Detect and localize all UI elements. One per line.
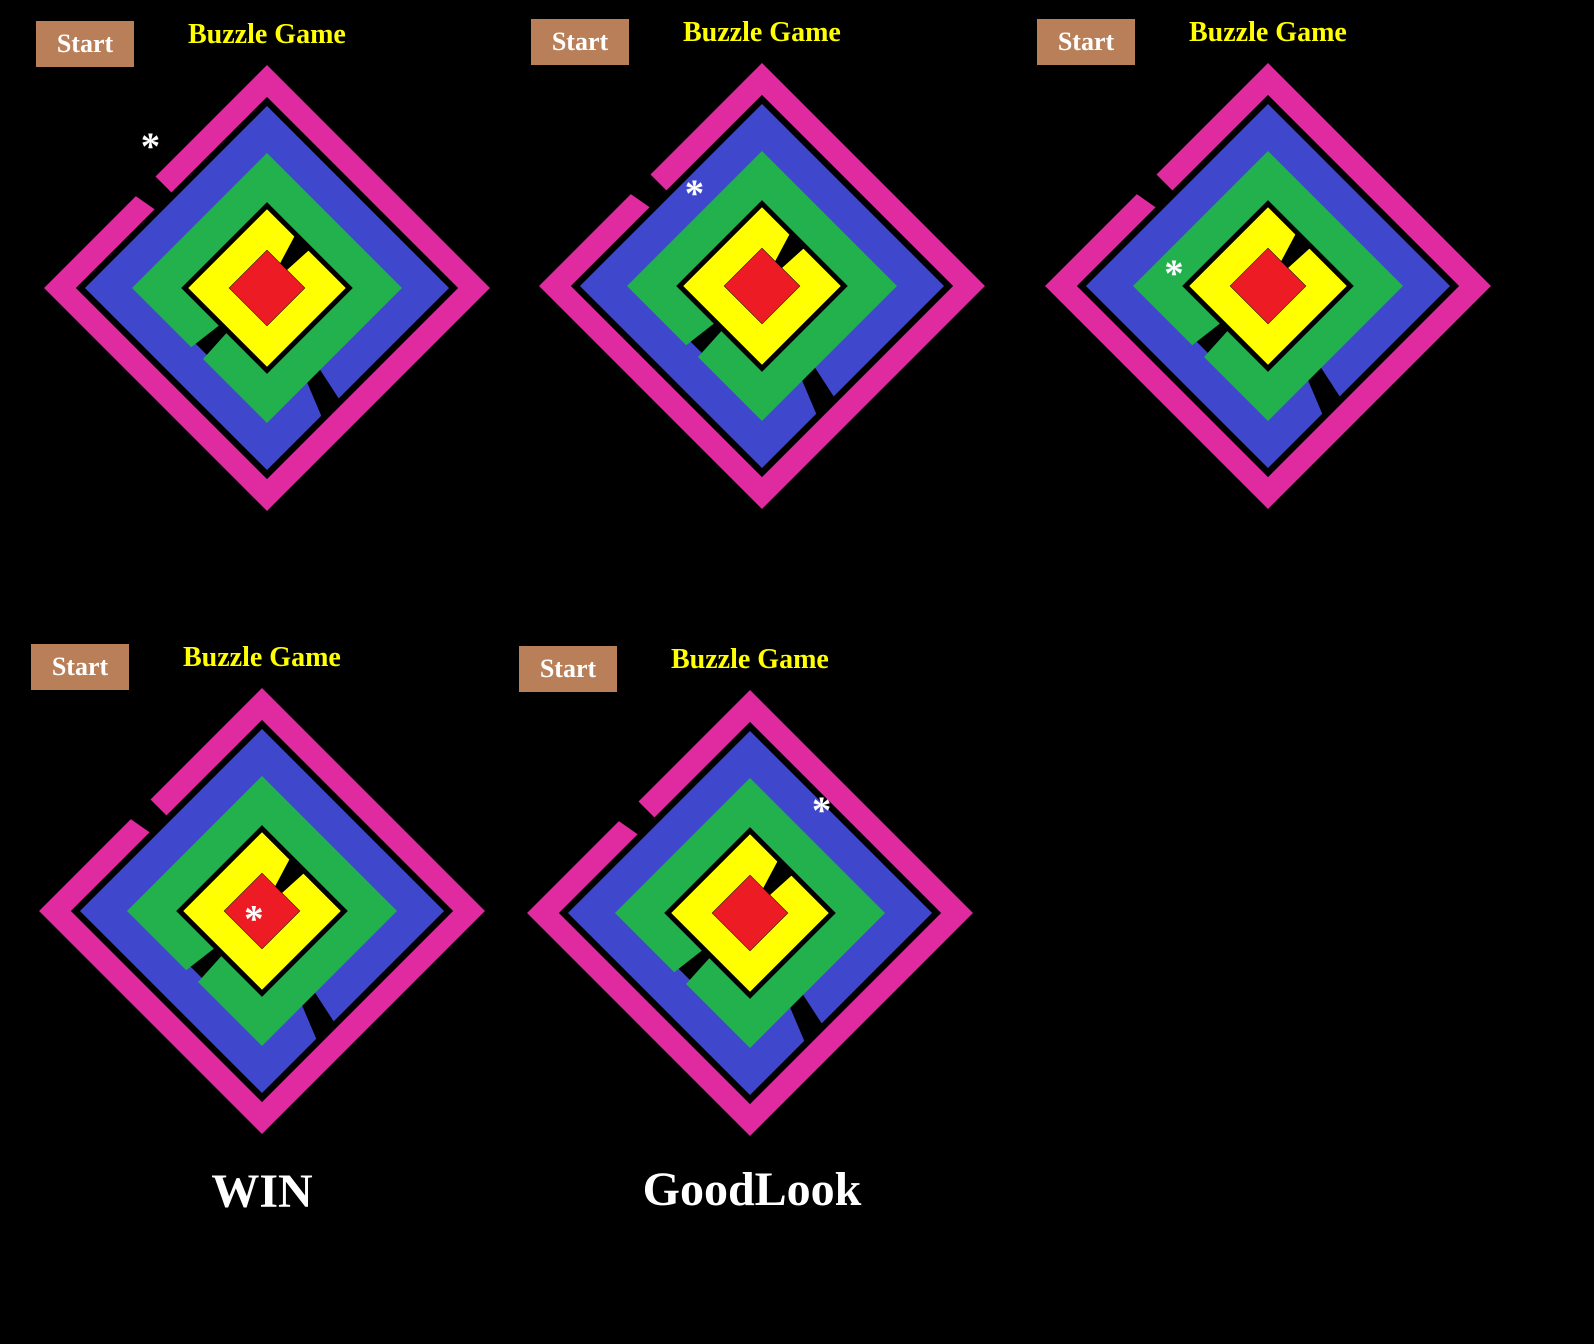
player-marker[interactable]: * (1164, 252, 1183, 295)
player-marker[interactable]: * (812, 789, 831, 832)
maze-board[interactable]: * (525, 688, 975, 1138)
game-panel-2: Start Buzzle Game * (525, 13, 1025, 553)
game-title: Buzzle Game (671, 644, 829, 675)
maze-board[interactable]: * (37, 686, 487, 1136)
start-button[interactable]: Start (31, 644, 129, 690)
win-message: WIN (211, 1165, 313, 1218)
game-panel-4: Start Buzzle Game * (25, 638, 525, 1178)
game-title: Buzzle Game (683, 17, 841, 48)
player-marker[interactable]: * (685, 172, 704, 215)
game-panel-5: Start Buzzle Game * (513, 640, 1013, 1180)
goodluck-message: GoodLook (642, 1163, 862, 1216)
game-title: Buzzle Game (183, 642, 341, 673)
start-button[interactable]: Start (36, 21, 134, 67)
game-title: Buzzle Game (188, 19, 346, 50)
start-button[interactable]: Start (1037, 19, 1135, 65)
start-button[interactable]: Start (519, 646, 617, 692)
maze-board[interactable]: * (537, 61, 987, 511)
game-panel-3: Start Buzzle Game * (1031, 13, 1531, 553)
player-marker[interactable]: * (141, 125, 160, 168)
maze-board[interactable]: * (1043, 61, 1493, 511)
player-marker[interactable]: * (244, 897, 263, 940)
maze-board[interactable]: * (42, 63, 492, 513)
start-button[interactable]: Start (531, 19, 629, 65)
game-title: Buzzle Game (1189, 17, 1347, 48)
game-panel-1: Start Buzzle Game * (30, 15, 530, 555)
